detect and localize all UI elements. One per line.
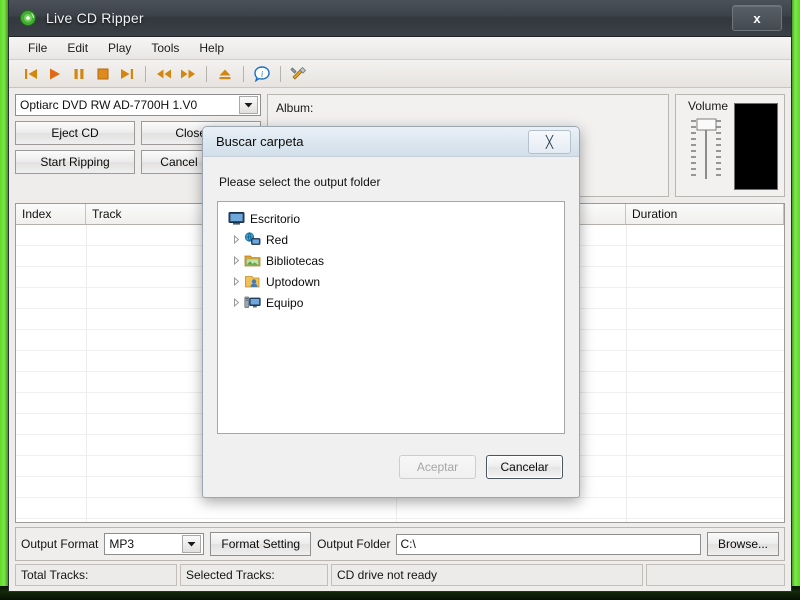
start-ripping-button[interactable]: Start Ripping — [15, 150, 135, 174]
chevron-right-icon[interactable] — [228, 298, 244, 307]
menu-item-play[interactable]: Play — [98, 39, 141, 57]
cd-disc-icon — [19, 9, 37, 27]
previous-track-icon[interactable] — [19, 63, 43, 85]
dialog-titlebar: Buscar carpeta ╳ — [203, 127, 579, 157]
output-folder-input[interactable]: C:\ — [396, 533, 701, 555]
play-icon[interactable] — [43, 63, 67, 85]
fast-forward-icon[interactable] — [176, 63, 200, 85]
tree-item-label: Red — [266, 232, 289, 247]
desktop-monitor-icon — [228, 211, 245, 226]
statusbar: Total Tracks: Selected Tracks: CD drive … — [15, 564, 785, 586]
window-titlebar: Live CD Ripper x — [9, 0, 791, 37]
toolbar-separator — [145, 65, 146, 82]
output-folder-label: Output Folder — [317, 537, 391, 551]
tree-item-label: Uptodown — [266, 274, 321, 289]
output-settings-bar: Output Format MP3 Format Setting Output … — [15, 527, 785, 561]
column-header-index[interactable]: Index — [16, 204, 86, 224]
status-extra — [646, 564, 785, 586]
drive-select-value: Optiarc DVD RW AD-7700H 1.V0 — [20, 98, 198, 112]
window-title: Live CD Ripper — [46, 10, 144, 26]
computer-icon — [244, 295, 261, 310]
browse-folder-dialog: Buscar carpeta ╳ Please select the outpu… — [202, 126, 580, 498]
column-header-duration[interactable]: Duration — [626, 204, 784, 224]
accept-button[interactable]: Aceptar — [399, 455, 476, 479]
cancel-button[interactable]: Cancelar — [486, 455, 563, 479]
format-setting-button[interactable]: Format Setting — [210, 532, 312, 556]
dialog-close-button[interactable]: ╳ — [528, 130, 571, 154]
chevron-down-icon[interactable] — [239, 96, 258, 114]
tree-item-uptodown[interactable]: Uptodown — [218, 271, 564, 292]
menu-item-tools[interactable]: Tools — [141, 39, 189, 57]
dialog-title: Buscar carpeta — [216, 134, 304, 149]
chevron-right-icon[interactable] — [228, 277, 244, 286]
close-button[interactable]: x — [732, 5, 782, 31]
menu-item-file[interactable]: File — [18, 39, 57, 57]
volume-body — [676, 103, 784, 196]
dialog-prompt: Please select the output folder — [219, 175, 381, 189]
eject-cd-button[interactable]: Eject CD — [15, 121, 135, 145]
eject-icon[interactable] — [213, 63, 237, 85]
album-label: Album: — [276, 101, 314, 115]
pause-icon[interactable] — [67, 63, 91, 85]
volume-slider[interactable] — [684, 115, 728, 190]
menu-item-help[interactable]: Help — [189, 39, 234, 57]
toolbar: i — [9, 60, 791, 88]
rewind-icon[interactable] — [152, 63, 176, 85]
output-format-label: Output Format — [21, 537, 99, 551]
user-folder-icon — [244, 274, 261, 289]
chevron-right-icon[interactable] — [228, 235, 244, 244]
tree-item-label: Escritorio — [250, 211, 301, 226]
tree-item-label: Equipo — [266, 295, 304, 310]
volume-panel: Volume — [675, 94, 785, 197]
tree-item-red[interactable]: Red — [218, 229, 564, 250]
folder-tree[interactable]: Escritorio Red Bibliotecas Uptodown Equi… — [217, 201, 565, 434]
status-total-tracks: Total Tracks: — [15, 564, 177, 586]
dialog-body: Please select the output folder Escritor… — [203, 175, 579, 479]
tree-item-label: Bibliotecas — [266, 253, 325, 268]
browse-button[interactable]: Browse... — [706, 532, 779, 556]
libraries-folder-icon — [244, 253, 261, 268]
dialog-buttons: Aceptar Cancelar — [217, 455, 565, 479]
toolbar-separator — [243, 65, 244, 82]
network-icon — [244, 232, 261, 247]
drive-select[interactable]: Optiarc DVD RW AD-7700H 1.V0 — [15, 94, 261, 116]
output-format-value: MP3 — [109, 537, 135, 551]
info-icon[interactable]: i — [250, 63, 274, 85]
next-track-icon[interactable] — [115, 63, 139, 85]
menu-item-edit[interactable]: Edit — [57, 39, 98, 57]
stop-icon[interactable] — [91, 63, 115, 85]
menubar: File Edit Play Tools Help — [9, 37, 791, 60]
status-selected-tracks: Selected Tracks: — [180, 564, 328, 586]
toolbar-separator — [280, 65, 281, 82]
tree-item-bibliotecas[interactable]: Bibliotecas — [218, 250, 564, 271]
tree-item-equipo[interactable]: Equipo — [218, 292, 564, 313]
volume-display — [734, 103, 778, 190]
tools-icon[interactable] — [287, 63, 311, 85]
chevron-right-icon[interactable] — [228, 256, 244, 265]
tree-item-escritorio[interactable]: Escritorio — [218, 208, 564, 229]
output-format-select[interactable]: MP3 — [104, 533, 205, 555]
toolbar-separator — [206, 65, 207, 82]
chevron-down-icon[interactable] — [182, 535, 202, 553]
status-message: CD drive not ready — [331, 564, 643, 586]
